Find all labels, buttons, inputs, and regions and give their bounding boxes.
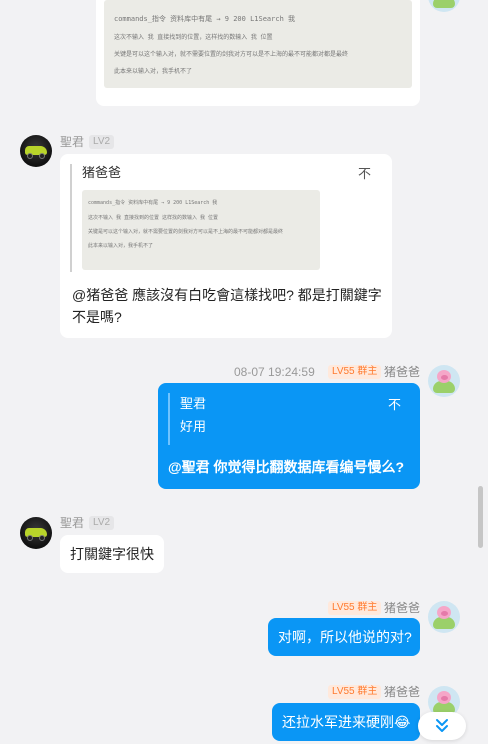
sender-name[interactable]: 猪爸爸 <box>384 364 420 380</box>
quote-text: 好用 <box>180 419 207 434</box>
scrollbar-thumb[interactable] <box>478 486 483 548</box>
quote-sender-name: 聖君 <box>180 396 207 411</box>
sender-name[interactable]: 猪爸爸 <box>384 600 420 616</box>
double-chevron-down-icon <box>436 719 448 732</box>
avatar-zhubaba-top[interactable] <box>428 0 460 12</box>
level-badge: LV2 <box>89 135 115 149</box>
message-bubble-quote-blue[interactable]: 聖君 不 好用 @聖君 你觉得比翻数据库看编号慢么? <box>158 383 420 489</box>
owner-level-badge: LV55 群主 <box>328 685 382 699</box>
owner-level-badge: LV55 群主 <box>328 601 382 615</box>
image-message-bubble[interactable]: commands_指令 资料库中有尾 → 9 200 L1Search 我 这次… <box>96 0 420 106</box>
thumb-text-4: 此本来以输入对，我手机不了 <box>88 243 154 249</box>
sender-name[interactable]: 聖君 <box>60 515 84 531</box>
thumb-text-3: 关键是可以这个输入对，就不需要位置的剑我对方可以是不上海的最不可能都对都是最终 <box>88 229 284 235</box>
sender-name[interactable]: 猪爸爸 <box>384 684 420 700</box>
message-bubble-blue[interactable]: 对啊，所以他说的对? <box>268 618 420 656</box>
quote-close-icon[interactable]: 不 <box>358 166 371 182</box>
message-bubble-blue[interactable]: 还拉水军进来硬刚😂 <box>272 703 420 741</box>
message-text: @聖君 你觉得比翻数据库看编号慢么? <box>168 459 405 475</box>
quote-bar <box>70 164 72 272</box>
message-bubble[interactable]: 打關鍵字很快 <box>60 535 164 573</box>
sender-name[interactable]: 聖君 <box>60 134 84 150</box>
chat-message-list[interactable]: commands_指令 资料库中有尾 → 9 200 L1Search 我 这次… <box>0 0 476 744</box>
message-text: 对啊，所以他说的对? <box>278 629 412 645</box>
thumb-text-2: 这次不输入 我 直接找到的位置 这样找的数输入 我 位置 <box>88 215 219 221</box>
screenshot-text-4: 此本来以输入对，我手机不了 <box>114 68 193 75</box>
avatar-zhubaba[interactable] <box>428 601 460 633</box>
avatar-zhubaba[interactable] <box>428 365 460 397</box>
message-text: @猪爸爸 應該沒有白吃會這樣找吧? 都是打關鍵字不是嗎? <box>72 287 382 325</box>
screenshot-text-1: commands_指令 资料库中有尾 → 9 200 L1Search 我 <box>114 15 296 23</box>
owner-level-badge: LV55 群主 <box>328 365 382 379</box>
quote-close-icon[interactable]: 不 <box>388 397 401 413</box>
message-text: 打關鍵字很快 <box>70 546 154 562</box>
avatar-shengjun[interactable] <box>20 135 52 167</box>
thumb-text-1: commands_指令 资料库中有尾 → 9 200 L1Search 我 <box>88 200 218 206</box>
level-badge: LV2 <box>89 516 115 530</box>
quote-screenshot-image[interactable]: commands_指令 资料库中有尾 → 9 200 L1Search 我 这次… <box>82 190 320 270</box>
scroll-to-bottom-button[interactable] <box>418 712 466 740</box>
message-bubble-quote[interactable]: 猪爸爸 不 commands_指令 资料库中有尾 → 9 200 L1Searc… <box>60 154 392 338</box>
quote-bar <box>168 393 170 445</box>
screenshot-image[interactable]: commands_指令 资料库中有尾 → 9 200 L1Search 我 这次… <box>104 0 412 88</box>
screenshot-text-2: 这次不输入 我 直接找到的位置，这样找的数输入 我 位置 <box>114 34 273 41</box>
quote-sender-name: 猪爸爸 <box>82 165 122 180</box>
message-timestamp: 08-07 19:24:59 <box>234 365 315 379</box>
chat-scrollbar[interactable] <box>476 0 484 744</box>
screenshot-text-3: 关键是可以这个输入对，就不需要位置的剑我对方可以是不上海的最不可能都对都是最终 <box>114 51 349 58</box>
message-text: 还拉水军进来硬刚😂 <box>282 714 411 730</box>
avatar-shengjun[interactable] <box>20 517 52 549</box>
